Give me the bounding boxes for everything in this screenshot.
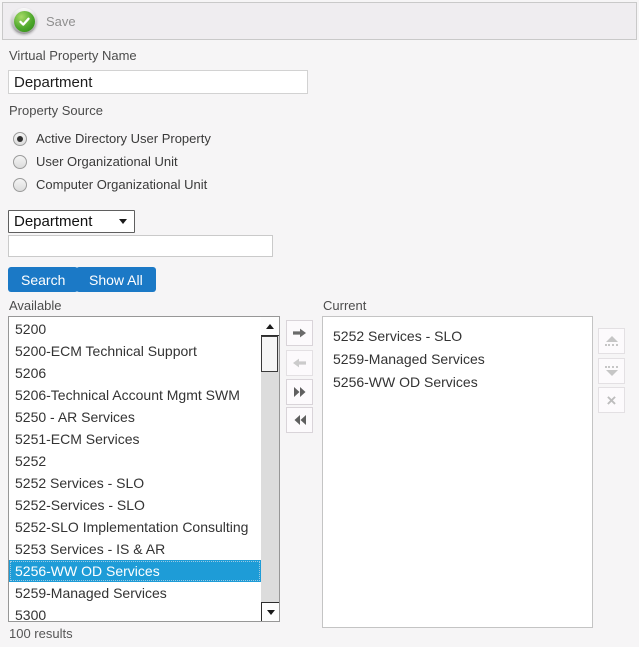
arrow-right-icon — [292, 326, 307, 340]
arrow-left-icon — [292, 356, 307, 370]
list-item[interactable]: 5252 Services - SLO — [323, 325, 592, 348]
list-item[interactable]: 5250 - AR Services — [9, 406, 261, 428]
move-left-button[interactable] — [286, 350, 313, 376]
save-check-icon — [11, 8, 37, 34]
list-item[interactable]: 5200 — [9, 318, 261, 340]
property-select[interactable]: Department — [8, 210, 135, 233]
property-source-radio-group: Active Directory User Property User Orga… — [13, 127, 211, 196]
scroll-up-button[interactable] — [261, 317, 279, 336]
available-list-rows: 52005200-ECM Technical Support52065206-T… — [9, 318, 261, 622]
list-item[interactable]: 5252-Services - SLO — [9, 494, 261, 516]
search-button[interactable]: Search — [8, 267, 78, 292]
triangle-down-icon — [267, 610, 275, 615]
list-item[interactable]: 5206-Technical Account Mgmt SWM — [9, 384, 261, 406]
radio-button-icon[interactable] — [13, 155, 27, 169]
save-button[interactable]: Save — [3, 8, 76, 34]
move-down-button[interactable] — [598, 358, 625, 384]
available-label: Available — [9, 298, 62, 313]
current-list-rows: 5252 Services - SLO5259-Managed Services… — [323, 325, 592, 394]
show-all-button[interactable]: Show All — [76, 267, 156, 292]
virtual-property-name-input[interactable] — [8, 70, 308, 94]
results-count: 100 results — [9, 626, 73, 641]
toolbar: Save — [2, 2, 637, 40]
arrow-up-dotted-icon — [606, 336, 618, 342]
triangle-up-icon — [266, 324, 274, 329]
x-icon: × — [607, 392, 617, 409]
move-right-button[interactable] — [286, 320, 313, 346]
list-item[interactable]: 5256-WW OD Services — [323, 371, 592, 394]
property-select-value: Department — [14, 213, 92, 230]
chevron-down-icon — [119, 219, 127, 224]
list-item[interactable]: 5259-Managed Services — [9, 582, 261, 604]
move-all-left-button[interactable] — [286, 407, 313, 433]
radio-active-directory-user-property[interactable]: Active Directory User Property — [13, 127, 211, 150]
radio-computer-organizational-unit[interactable]: Computer Organizational Unit — [13, 173, 211, 196]
move-all-right-button[interactable] — [286, 379, 313, 405]
radio-user-organizational-unit[interactable]: User Organizational Unit — [13, 150, 211, 173]
scroll-down-button[interactable] — [261, 602, 279, 621]
list-item[interactable]: 5200-ECM Technical Support — [9, 340, 261, 362]
list-item[interactable]: 5300 — [9, 604, 261, 622]
list-item[interactable]: 5256-WW OD Services — [9, 560, 261, 582]
remove-button[interactable]: × — [598, 387, 625, 413]
list-item[interactable]: 5206 — [9, 362, 261, 384]
list-item[interactable]: 5259-Managed Services — [323, 348, 592, 371]
virtual-property-name-label: Virtual Property Name — [9, 48, 137, 63]
current-label: Current — [323, 298, 366, 313]
property-source-label: Property Source — [9, 103, 103, 118]
available-scrollbar[interactable] — [261, 317, 279, 621]
list-item[interactable]: 5252 — [9, 450, 261, 472]
list-item[interactable]: 5251-ECM Services — [9, 428, 261, 450]
filter-input[interactable] — [8, 235, 273, 257]
save-button-label: Save — [46, 14, 76, 29]
available-list[interactable]: 52005200-ECM Technical Support52065206-T… — [8, 316, 280, 622]
list-item[interactable]: 5252 Services - SLO — [9, 472, 261, 494]
list-item[interactable]: 5252-SLO Implementation Consulting — [9, 516, 261, 538]
radio-button-icon[interactable] — [13, 132, 27, 146]
radio-button-icon[interactable] — [13, 178, 27, 192]
arrow-down-dotted-icon — [606, 370, 618, 376]
double-arrow-left-icon — [293, 414, 307, 426]
move-up-button[interactable] — [598, 328, 625, 354]
scrollbar-thumb[interactable] — [261, 336, 278, 372]
current-list[interactable]: 5252 Services - SLO5259-Managed Services… — [322, 316, 593, 628]
double-arrow-right-icon — [293, 386, 307, 398]
list-item[interactable]: 5253 Services - IS & AR — [9, 538, 261, 560]
